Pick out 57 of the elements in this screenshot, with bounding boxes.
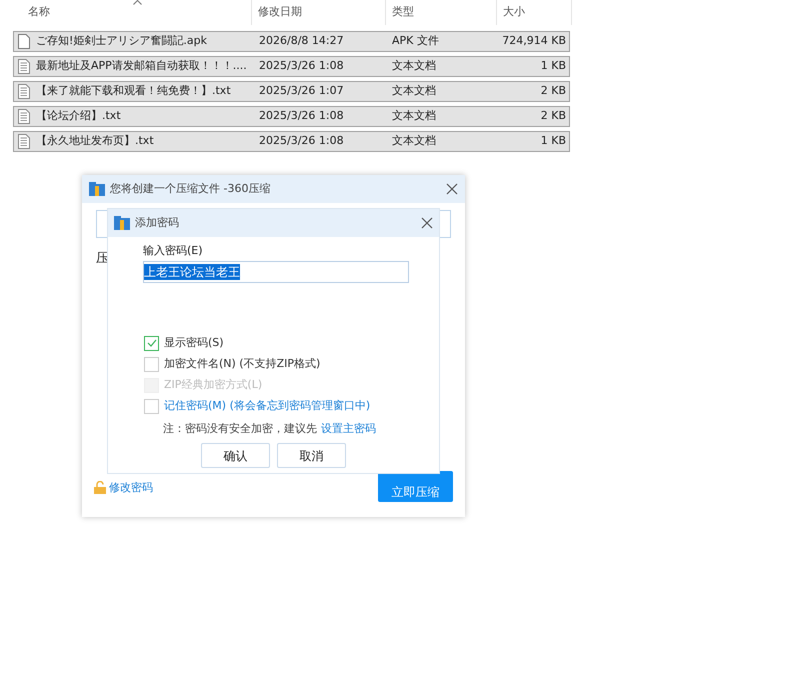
password-field[interactable]: 上老王论坛当老王 (143, 260, 409, 282)
close-icon[interactable] (421, 217, 433, 229)
text-file-icon (18, 134, 30, 149)
column-header[interactable]: 类型 (392, 4, 414, 21)
file-name: ご存知!姫剣士アリシア奮闘記.apk (36, 33, 207, 50)
checkbox[interactable] (144, 336, 159, 350)
dialog-button[interactable]: 确认 (201, 443, 270, 468)
file-size: 724,914 KB (501, 33, 567, 50)
option-label: 加密文件名(N) (不支持ZIP格式) (164, 356, 320, 372)
file-type: 文本文档 (391, 133, 437, 150)
close-icon[interactable] (446, 183, 458, 195)
file-row[interactable]: 【永久地址发布页】.txt 2025/3/26 1:08 文本文档 1 KB (13, 131, 570, 152)
window-title: 您将创建一个压缩文件 -360压缩 (110, 180, 272, 197)
file-size: 1 KB (540, 58, 567, 74)
modified-date: 2025/3/26 1:08 (258, 58, 345, 74)
set-master-password-link[interactable]: 设置主密码 (321, 420, 376, 437)
file-size: 1 KB (540, 133, 567, 150)
file-name: 最新地址及APP请发邮箱自动获取！！！.... (36, 58, 247, 74)
sort-caret-icon (133, 0, 142, 5)
file-size: 2 KB (540, 108, 567, 124)
option-label: 显示密码(S) (164, 334, 224, 351)
file-name: 【永久地址发布页】.txt (36, 133, 154, 150)
file-row[interactable]: 最新地址及APP请发邮箱自动获取！！！.... 2025/3/26 1:08 文本文档 1 KB (13, 56, 570, 77)
lock-icon (94, 481, 106, 494)
file-row[interactable]: 【来了就能下载和观看！纯免费！】.txt 2025/3/26 1:07 文本文档 2 KB (13, 81, 570, 102)
file-name: 【来了就能下载和观看！纯免费！】.txt (36, 83, 231, 100)
file-icon (18, 34, 30, 49)
check-icon (146, 339, 156, 347)
modified-date: 2026/8/8 14:27 (258, 33, 345, 50)
file-row[interactable]: 【论坛介绍】.txt 2025/3/26 1:08 文本文档 2 KB (13, 106, 570, 127)
change-password-link[interactable]: 修改密码 (109, 480, 153, 496)
file-type: APK 文件 (391, 33, 440, 50)
checkbox[interactable] (144, 398, 159, 414)
modified-date: 2025/3/26 1:08 (258, 108, 345, 124)
modified-date: 2025/3/26 1:08 (258, 133, 345, 150)
column-header[interactable]: 大小 (503, 4, 525, 21)
dialog-button[interactable]: 取消 (277, 443, 346, 468)
option-label: 记住密码(M) (将会备忘到密码管理窗口中) (164, 398, 370, 414)
file-type: 文本文档 (391, 83, 437, 100)
window-title: 添加密码 (135, 214, 180, 231)
checkbox[interactable] (144, 356, 159, 372)
file-type: 文本文档 (391, 58, 437, 74)
archive-icon (89, 182, 105, 196)
text-file-icon (18, 109, 30, 124)
note-text: 注：密码没有安全加密，建议先 (163, 420, 317, 436)
modified-date: 2025/3/26 1:07 (258, 83, 345, 100)
file-type: 文本文档 (391, 108, 437, 124)
option-label: ZIP经典加密方式(L) (164, 376, 262, 393)
password-label: 输入密码(E) (143, 244, 203, 257)
text-file-icon (18, 59, 30, 74)
column-header[interactable]: 名称 (28, 4, 50, 21)
text-file-icon (18, 84, 30, 99)
file-size: 2 KB (540, 83, 567, 100)
file-row[interactable]: ご存知!姫剣士アリシア奮闘記.apk 2026/8/8 14:27 APK 文件 724,914 KB (13, 31, 570, 52)
file-name: 【论坛介绍】.txt (36, 108, 121, 124)
archive-icon (114, 216, 130, 230)
column-header[interactable]: 修改日期 (258, 4, 302, 21)
